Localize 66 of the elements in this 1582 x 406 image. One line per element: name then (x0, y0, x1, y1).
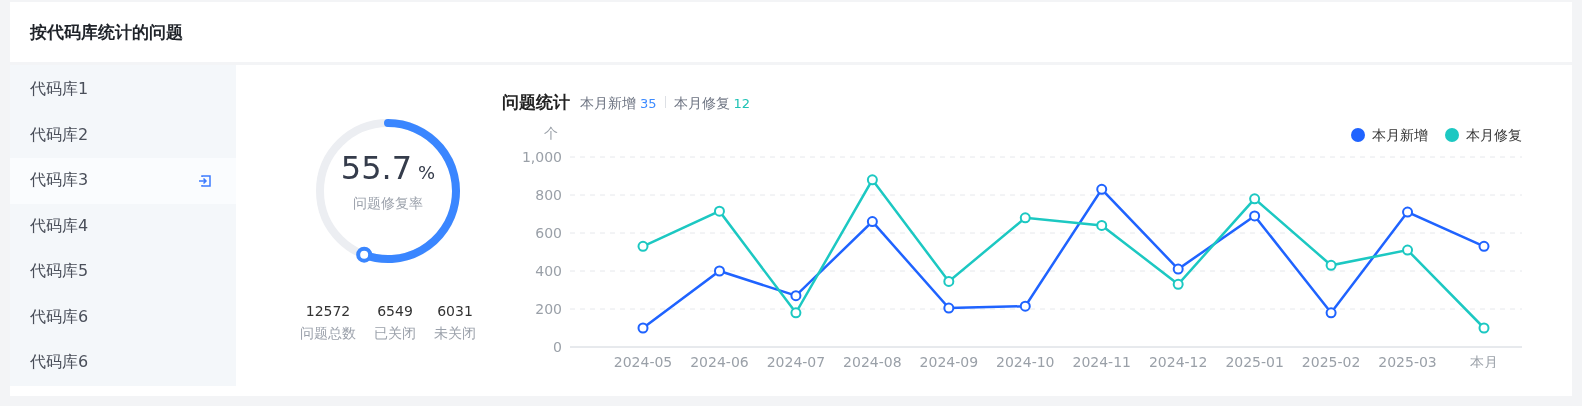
x-tick-label: 2025-01 (1225, 354, 1284, 368)
legend-label: 本月修复 (1466, 127, 1522, 143)
data-point (713, 205, 725, 217)
enter-icon[interactable] (198, 173, 212, 188)
stat-value: 6549 (377, 303, 413, 319)
data-point (637, 322, 649, 334)
data-point (1172, 263, 1184, 275)
x-tick-label: 2024-08 (843, 354, 902, 368)
summary-label: 本月新增 (580, 95, 636, 113)
summary-count: 12 (733, 96, 751, 111)
data-point (1096, 183, 1108, 195)
summary-label: 本月修复 (673, 95, 730, 113)
x-tick-label: 2024-07 (766, 354, 826, 368)
data-point (1402, 244, 1414, 256)
data-point (1478, 322, 1490, 334)
legend-label: 本月新增 (1372, 127, 1428, 143)
x-tick-label: 2024-06 (690, 354, 749, 368)
x-tick-label: 2024-05 (613, 354, 673, 368)
stat-value: 6031 (437, 303, 473, 319)
x-tick-label: 2024-10 (996, 354, 1055, 368)
x-tick-label: 2024-12 (1148, 354, 1208, 368)
x-tick-label: 2024-11 (1072, 354, 1131, 368)
data-point (1478, 240, 1490, 252)
data-point (1172, 278, 1184, 290)
y-tick-label: 0 (553, 339, 562, 355)
repo-item[interactable]: 代码库1 (10, 67, 236, 113)
x-tick-label: 本月 (1470, 354, 1498, 368)
data-point (1402, 206, 1414, 218)
data-point (637, 240, 649, 252)
x-tick-label: 2025-03 (1378, 354, 1437, 368)
data-point (943, 275, 955, 287)
data-point (1249, 193, 1261, 205)
x-tick-label: 2024-09 (919, 354, 979, 368)
data-point (1325, 259, 1337, 271)
y-tick-label: 200 (535, 301, 562, 317)
data-point (1019, 212, 1031, 224)
stat-label: 未关闭 (434, 325, 476, 343)
stat-value: 12572 (305, 303, 351, 319)
repo-item[interactable]: 代码库2 (10, 112, 236, 158)
repo-item[interactable]: 代码库4 (10, 203, 236, 249)
repo-item[interactable]: 代码库6 (10, 294, 236, 340)
data-point (866, 174, 878, 186)
stat-label: 问题总数 (300, 325, 356, 343)
stat-label: 已关闭 (374, 325, 416, 343)
y-tick-label: 1,000 (521, 149, 562, 165)
rate-label: 问题修复率 (353, 195, 423, 213)
data-point (1096, 219, 1108, 231)
repo-item[interactable]: 代码库5 (10, 249, 236, 295)
y-tick-label: 600 (535, 225, 562, 241)
data-point (1019, 300, 1031, 312)
repo-item[interactable]: 代码库6 (10, 340, 236, 386)
data-point (943, 302, 955, 314)
rate-value: 55.7 % (340, 149, 436, 187)
x-tick-label: 2025-02 (1301, 354, 1361, 368)
summary-count: 35 (640, 96, 657, 111)
axis-unit: 个 (544, 125, 558, 141)
y-tick-label: 800 (535, 187, 562, 203)
y-tick-label: 400 (535, 263, 562, 279)
data-point (790, 290, 802, 302)
data-point (1249, 210, 1261, 222)
chart-title: 问题统计 (502, 91, 570, 114)
data-point (866, 216, 878, 228)
repo-item[interactable]: 代码库3 (10, 158, 236, 204)
data-point (713, 265, 725, 277)
data-point (1325, 307, 1337, 319)
data-point (790, 307, 802, 319)
